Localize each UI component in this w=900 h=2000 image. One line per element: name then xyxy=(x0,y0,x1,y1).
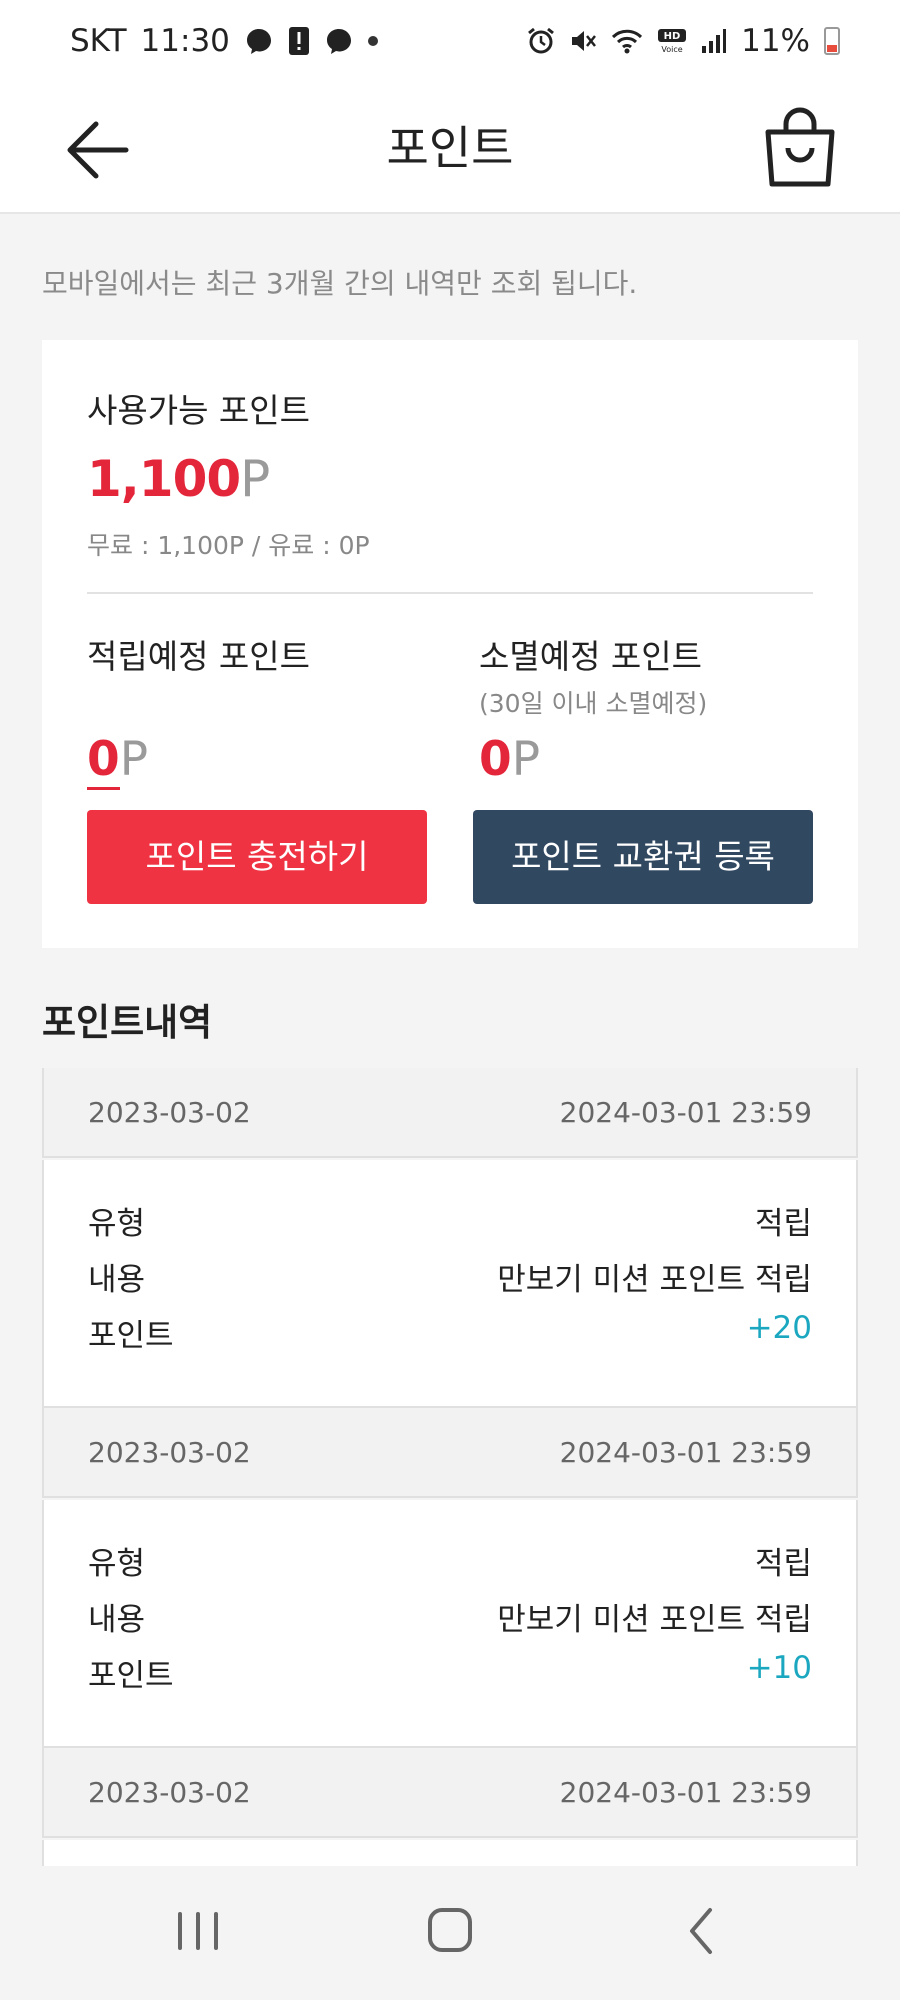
points-unit: P xyxy=(240,450,270,508)
type-label: 유형 xyxy=(88,1206,146,1242)
entry-content-row: 내용 만보기 미션 포인트 적립 xyxy=(88,1594,812,1650)
history-entry-body: 유형 적립 내용 만보기 미션 포인트 적립 포인트 +20 xyxy=(42,1160,858,1408)
entry-points-row: 포인트 +10 xyxy=(88,1650,812,1706)
history-entry-header: 2023-03-02 2024-03-01 23:59 xyxy=(42,1406,858,1498)
app-header: 포인트 xyxy=(0,82,900,214)
alert-icon xyxy=(288,27,309,55)
available-points-number: 1,100 xyxy=(87,450,241,508)
recents-icon[interactable] xyxy=(158,1896,238,1966)
entry-expiry: 2024-03-01 23:59 xyxy=(559,1095,812,1129)
points-value: +20 xyxy=(746,1310,812,1346)
points-value: +10 xyxy=(746,1650,812,1686)
entry-date: 2023-03-02 xyxy=(88,1775,251,1809)
pending-points-number[interactable]: 0 xyxy=(87,732,120,790)
points-history-list[interactable]: 2023-03-02 2024-03-01 23:59 유형 적립 내용 만보기 미… xyxy=(42,1068,858,1868)
pending-points-label: 적립예정 포인트 xyxy=(87,637,311,676)
messenger-icon xyxy=(246,29,271,54)
points-label: 포인트 xyxy=(88,1658,174,1694)
expiring-points-note: (30일 이내 소멸예정) xyxy=(479,689,708,718)
history-entry-body xyxy=(42,1840,858,1868)
points-summary-card: 사용가능 포인트 1,100P 무료 : 1,100P / 유료 : 0P 적립… xyxy=(42,340,858,948)
points-label: 포인트 xyxy=(88,1318,174,1354)
expiring-points-section: 소멸예정 포인트 (30일 이내 소멸예정) xyxy=(479,630,707,720)
entry-date: 2023-03-02 xyxy=(88,1435,251,1469)
expiring-points-number: 0 xyxy=(479,732,512,787)
shopping-bag-icon[interactable] xyxy=(758,102,842,192)
notification-dot-icon xyxy=(367,36,378,46)
back-icon[interactable] xyxy=(662,1896,742,1966)
pending-points-section: 적립예정 포인트 xyxy=(87,630,310,678)
alarm-icon xyxy=(528,27,555,54)
available-points-label: 사용가능 포인트 xyxy=(87,391,311,430)
available-points-value: 1,100P xyxy=(87,450,270,508)
status-bar-left: SKT 11:30 xyxy=(70,23,378,59)
history-entry-header: 2023-03-02 2024-03-01 23:59 xyxy=(42,1068,858,1158)
charge-points-button[interactable]: 포인트 충전하기 xyxy=(87,810,427,904)
hd-voice-icon: HD Voice xyxy=(658,29,687,54)
entry-type-row: 유형 적립 xyxy=(88,1198,812,1254)
content-label: 내용 xyxy=(88,1262,146,1298)
mute-icon xyxy=(572,31,597,51)
entry-type-row: 유형 적립 xyxy=(88,1538,812,1594)
svg-text:HD: HD xyxy=(664,31,681,42)
divider xyxy=(87,592,813,594)
home-icon[interactable] xyxy=(410,1896,490,1966)
entry-expiry: 2024-03-01 23:59 xyxy=(559,1435,812,1469)
entry-expiry: 2024-03-01 23:59 xyxy=(559,1775,812,1809)
history-entry: 2023-03-02 2024-03-01 23:59 유형 적립 내용 만보기 미… xyxy=(42,1068,858,1408)
history-entry-header: 2023-03-02 2024-03-01 23:59 xyxy=(42,1746,858,1838)
messenger-icon xyxy=(326,29,351,54)
clock: 11:30 xyxy=(140,23,230,59)
points-unit: P xyxy=(119,732,149,787)
points-unit: P xyxy=(511,732,541,787)
available-points-breakdown: 무료 : 1,100P / 유료 : 0P xyxy=(87,531,370,560)
history-entry: 2023-03-02 2024-03-01 23:59 유형 적립 내용 만보기 미… xyxy=(42,1406,858,1748)
signal-icon xyxy=(702,29,727,53)
type-label: 유형 xyxy=(88,1546,146,1582)
content-value: 만보기 미션 포인트 적립 xyxy=(497,1602,812,1638)
type-value: 적립 xyxy=(754,1206,812,1242)
history-entry-body: 유형 적립 내용 만보기 미션 포인트 적립 포인트 +10 xyxy=(42,1500,858,1748)
entry-content-row: 내용 만보기 미션 포인트 적립 xyxy=(88,1254,812,1310)
battery-percent: 11% xyxy=(741,23,810,59)
type-value: 적립 xyxy=(754,1546,812,1582)
expiring-points-value: 0P xyxy=(479,732,540,787)
pending-points-value[interactable]: 0P xyxy=(87,732,149,790)
battery-icon xyxy=(824,27,840,55)
history-period-notice: 모바일에서는 최근 3개월 간의 내역만 조회 됩니다. xyxy=(42,267,638,300)
expiring-points-label: 소멸예정 포인트 xyxy=(479,637,703,676)
carrier-label: SKT xyxy=(70,23,127,59)
svg-text:Voice: Voice xyxy=(661,45,682,54)
status-bar: SKT 11:30 HD Voice 11% xyxy=(0,0,900,82)
history-entry: 2023-03-02 2024-03-01 23:59 xyxy=(42,1746,858,1868)
entry-date: 2023-03-02 xyxy=(88,1095,251,1129)
wifi-icon xyxy=(612,29,643,54)
content-value: 만보기 미션 포인트 적립 xyxy=(497,1262,812,1298)
points-history-title: 포인트내역 xyxy=(42,1001,213,1044)
entry-points-row: 포인트 +20 xyxy=(88,1310,812,1366)
status-bar-right: HD Voice 11% xyxy=(527,23,840,59)
content-label: 내용 xyxy=(88,1602,146,1638)
system-nav-bar xyxy=(0,1866,900,2000)
register-voucher-button[interactable]: 포인트 교환권 등록 xyxy=(473,810,813,904)
